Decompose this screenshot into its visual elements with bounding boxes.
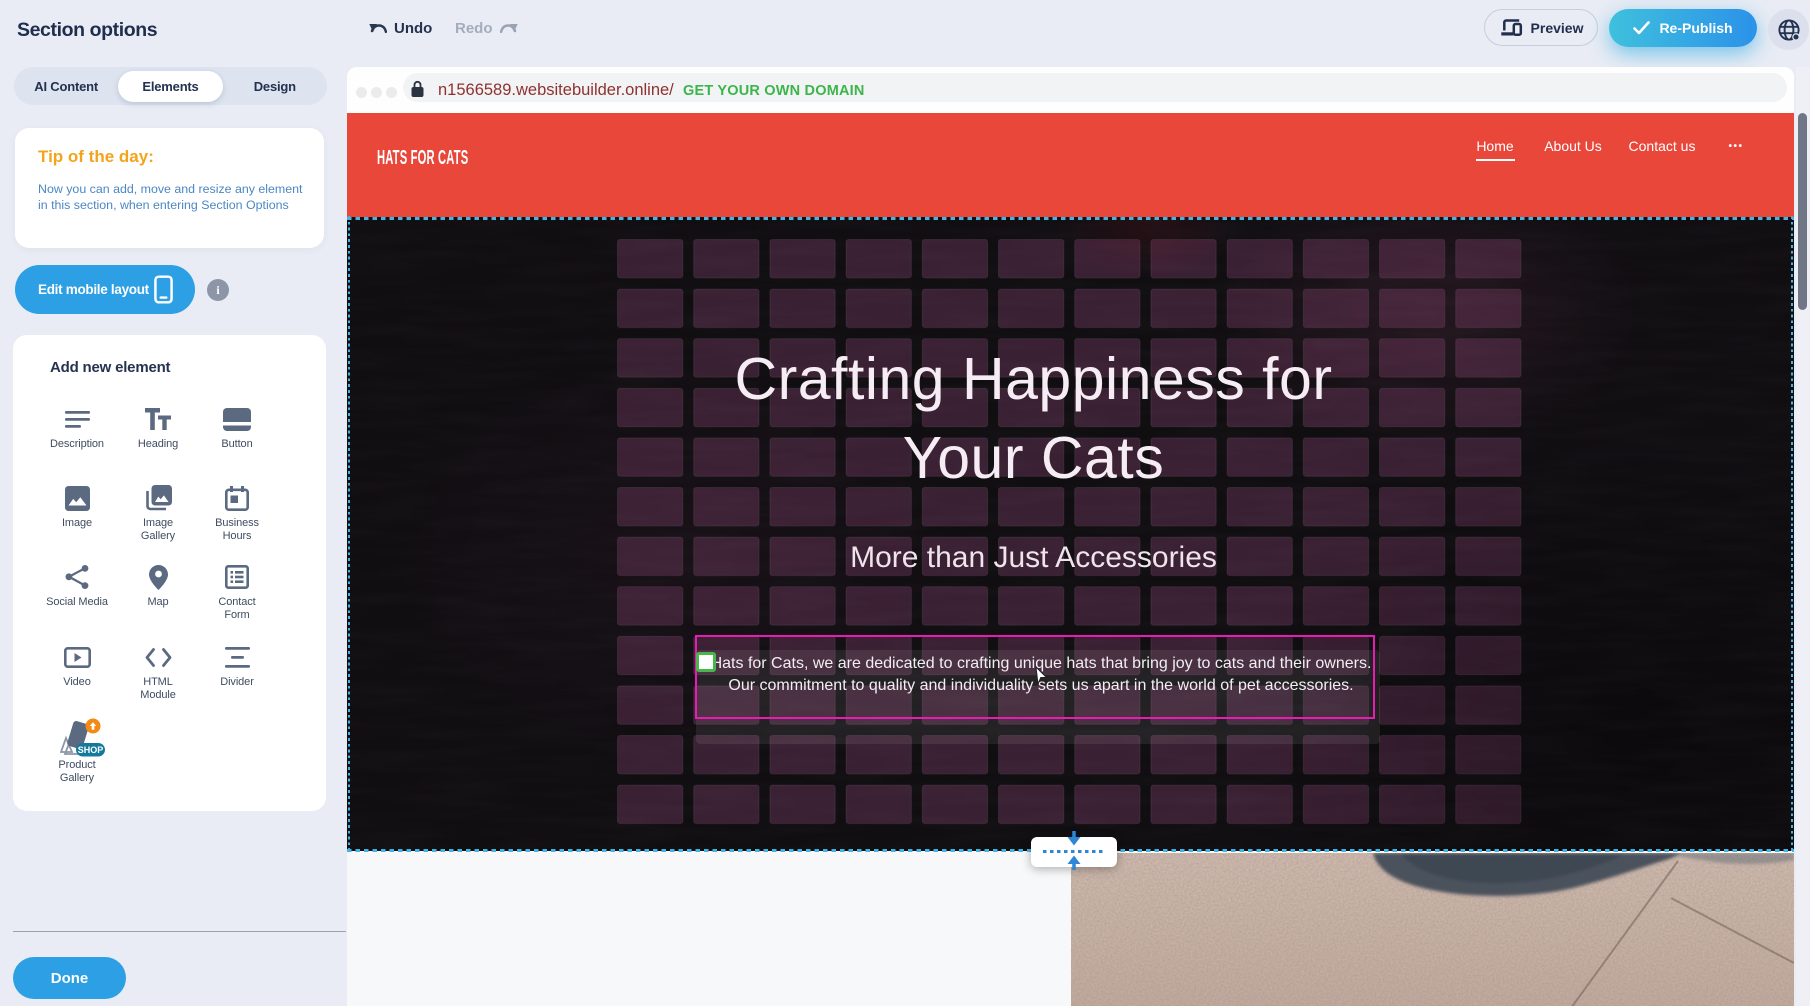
svg-text:SHOP: SHOP bbox=[78, 745, 104, 755]
